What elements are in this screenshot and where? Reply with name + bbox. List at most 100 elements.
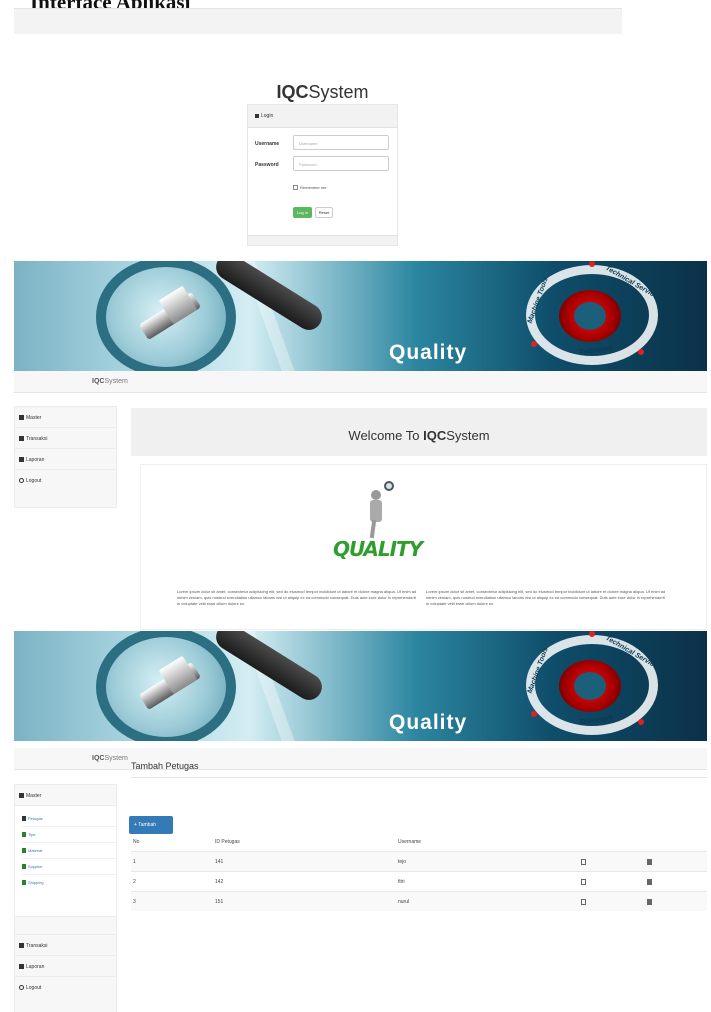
username-row: Username	[255, 141, 290, 147]
ring-dot	[638, 349, 644, 355]
cell-id: 151	[215, 899, 224, 905]
checkbox-box[interactable]	[293, 185, 298, 191]
sidebar-item-master[interactable]: Master	[15, 785, 116, 806]
sidebar-item-logout[interactable]: Logout	[15, 470, 116, 491]
ring-dot	[638, 719, 644, 725]
sidebar-item-logout[interactable]: Logout	[15, 977, 116, 998]
sidebar-item-transaksi[interactable]: Transaksi	[15, 428, 116, 449]
quality-figure-leg	[369, 519, 377, 539]
submenu-label: Petugas	[28, 816, 43, 821]
ring-dot	[589, 261, 595, 267]
file-icon	[22, 832, 26, 838]
ring-center	[574, 672, 606, 700]
welcome-prefix: Welcome To	[348, 428, 424, 443]
ring-dot	[531, 341, 537, 347]
submenu-label: Material	[28, 848, 43, 853]
lorem-paragraph-left: Lorem ipsum dolor sit amet, consectetur …	[177, 589, 417, 606]
navbar-brand-bold[interactable]: IQC	[92, 755, 104, 762]
sidebar-item-laporan[interactable]: Laporan	[15, 449, 116, 470]
cell-no: 2	[133, 879, 136, 885]
trash-icon[interactable]	[647, 879, 652, 885]
navbar-brand-bold[interactable]: IQC	[92, 378, 104, 385]
login-title-bold: IQC	[276, 82, 309, 102]
welcome-banner: Welcome To IQCSystem	[131, 408, 707, 456]
file-icon	[22, 848, 26, 854]
top-strip	[14, 8, 622, 34]
sidebar-item-label: Laporan	[26, 964, 45, 970]
add-petugas-button[interactable]: + Tambah	[129, 816, 173, 834]
ring-center	[574, 302, 606, 330]
submenu-label: Tipe	[28, 832, 36, 837]
lock-icon	[255, 113, 259, 118]
login-panel-footer	[248, 235, 397, 245]
column-header: ID Petugas	[215, 839, 240, 845]
edit-icon[interactable]	[581, 879, 586, 885]
sidebar-item-transaksi[interactable]: Transaksi	[15, 935, 116, 956]
cell-no: 1	[133, 859, 136, 865]
submenu-item-supplier[interactable]: Supplier	[22, 859, 116, 875]
cell-no: 3	[133, 899, 136, 905]
cell-username: fitri	[398, 879, 405, 885]
navbar-brand-rest[interactable]: System	[104, 755, 127, 762]
welcome-suffix: System	[446, 428, 490, 443]
sidebar-item-laporan[interactable]: Laporan	[15, 956, 116, 977]
sidebar-item-label: Transaksi	[26, 436, 48, 442]
header-banner: Quality Technical Service Teamwork Machi…	[14, 631, 707, 741]
magnifier-icon	[384, 481, 394, 491]
person-icon	[22, 816, 26, 822]
trash-icon[interactable]	[647, 859, 652, 865]
edit-icon[interactable]	[581, 859, 586, 865]
master-submenu: Petugas Tipe Material Supplier Shipping	[15, 806, 116, 917]
cell-id: 141	[215, 859, 224, 865]
title-divider	[131, 777, 707, 778]
remember-checkbox[interactable]: Remember me	[293, 185, 326, 191]
file-icon	[22, 880, 26, 886]
sidebar-item-label: Master	[26, 793, 42, 799]
reset-button[interactable]: Reset	[315, 207, 333, 218]
submenu-item-shipping[interactable]: Shipping	[22, 875, 116, 891]
page-title: Tambah Petugas	[131, 761, 199, 771]
cell-id: 142	[215, 879, 224, 885]
password-row: Password	[255, 162, 290, 168]
cell-username: tejo	[398, 859, 407, 865]
banner-quality-word: Quality	[389, 711, 468, 734]
login-app-title: IQCSystem	[245, 82, 400, 103]
column-header: No	[133, 839, 140, 845]
trash-icon[interactable]	[647, 899, 652, 905]
sidebar-home: Master Transaksi Laporan Logout	[14, 406, 117, 508]
power-icon	[19, 985, 24, 991]
login-button[interactable]: Log in	[293, 207, 312, 218]
password-input[interactable]: Password	[293, 156, 389, 171]
table-row: 3 151 nurul	[131, 891, 707, 911]
top-navbar: IQCSystem	[14, 748, 707, 770]
header-banner: Quality Technical Service Teamwork Machi…	[14, 261, 707, 371]
petugas-table: No ID Petugas Username 1 141 tejo 2 142 …	[131, 837, 707, 911]
sidebar-petugas: Master Petugas Tipe Material Supplier Sh…	[14, 784, 117, 1012]
welcome-bold: IQC	[423, 428, 447, 443]
user-icon	[19, 793, 24, 799]
lorem-paragraph-right: Lorem ipsum dolor sit amet, consectetur …	[426, 589, 666, 606]
sidebar-item-label: Logout	[26, 985, 42, 991]
sidebar-item-label: Logout	[26, 478, 42, 484]
sidebar-item-master[interactable]: Master	[15, 407, 116, 428]
username-input[interactable]: Username	[293, 135, 389, 150]
navbar-brand-rest[interactable]: System	[104, 378, 127, 385]
username-label: Username	[255, 141, 280, 147]
list-icon	[19, 436, 24, 442]
submenu-item-tipe[interactable]: Tipe	[22, 827, 116, 843]
sidebar-spacer	[15, 917, 116, 935]
quality-figure-head	[371, 490, 381, 500]
person-icon	[19, 457, 24, 463]
login-panel-heading: Login	[248, 105, 397, 128]
sidebar-item-label: Laporan	[26, 457, 45, 463]
submenu-item-petugas[interactable]: Petugas	[22, 811, 116, 827]
password-label: Password	[255, 162, 279, 168]
sidebar-item-label: Transaksi	[26, 943, 48, 949]
edit-icon[interactable]	[581, 899, 586, 905]
file-icon	[22, 864, 26, 870]
top-navbar: IQCSystem	[14, 371, 707, 393]
ring-dot	[531, 711, 537, 717]
submenu-item-material[interactable]: Material	[22, 843, 116, 859]
power-icon	[19, 478, 24, 484]
column-header: Username	[398, 839, 422, 845]
